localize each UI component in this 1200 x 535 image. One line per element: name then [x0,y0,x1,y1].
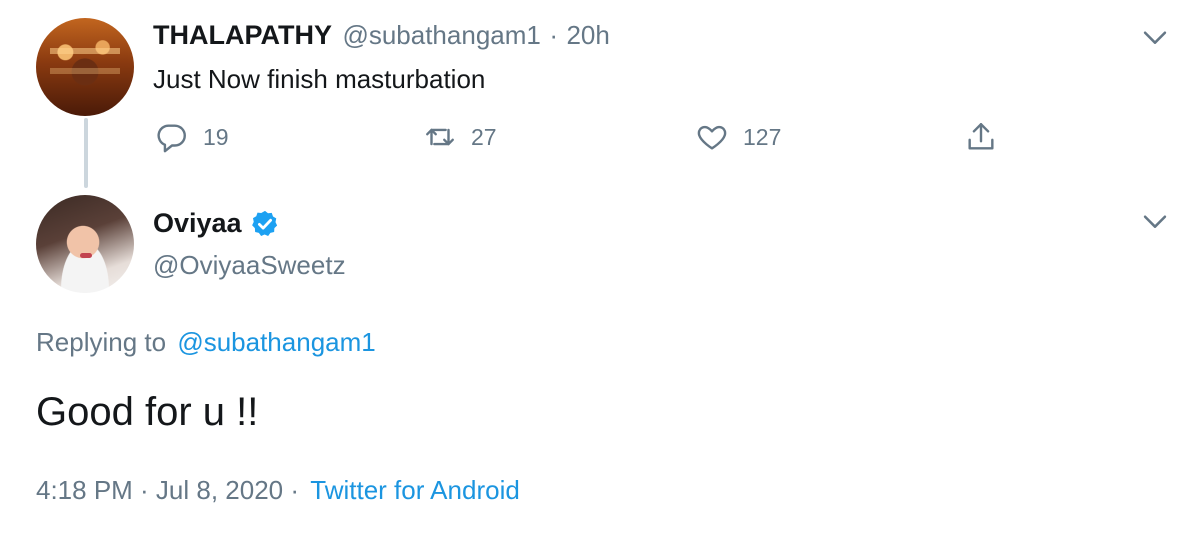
replying-to-link[interactable]: @subathangam1 [177,327,375,357]
parent-author-handle[interactable]: @subathangam1 [342,20,540,50]
parent-time[interactable]: 20h [566,20,609,50]
tweet-timestamp[interactable]: 4:18 PM · Jul 8, 2020 · [36,475,299,505]
chevron-down-icon[interactable] [1138,20,1172,54]
replying-prefix: Replying to [36,327,167,357]
share-button[interactable] [964,120,998,154]
tweet-source-link[interactable]: Twitter for Android [310,475,520,505]
share-icon [968,123,994,150]
reply-icon [157,124,186,153]
timestamp-line: 4:18 PM · Jul 8, 2020 · Twitter for Andr… [36,475,520,506]
replying-to-line: Replying to @subathangam1 [36,327,376,358]
retweet-icon [426,128,454,146]
like-icon [697,125,727,150]
like-count: 127 [743,123,782,150]
reply-button[interactable]: 19 [155,120,229,154]
verified-badge-icon [252,210,278,236]
main-author-handle[interactable]: @OviyaaSweetz [153,250,346,281]
main-author-row: Oviyaa [153,208,280,239]
parent-author-name[interactable]: THALAPATHY [153,20,332,50]
avatar-oviyaa[interactable] [36,195,134,293]
parent-separator: · [549,20,558,50]
main-author-name[interactable]: Oviyaa [153,208,242,238]
reply-count: 19 [203,123,229,150]
retweet-button[interactable]: 27 [423,120,497,154]
like-button[interactable]: 127 [695,120,781,154]
main-tweet-text: Good for u !! [36,390,259,434]
chevron-down-icon[interactable] [1138,204,1172,238]
thread-connector-line [84,118,88,188]
parent-tweet-header: THALAPATHY @subathangam1 · 20h [153,20,610,51]
parent-tweet-text: Just Now finish masturbation [153,64,486,94]
retweet-count: 27 [471,123,497,150]
avatar-thalapathy[interactable] [36,18,134,116]
